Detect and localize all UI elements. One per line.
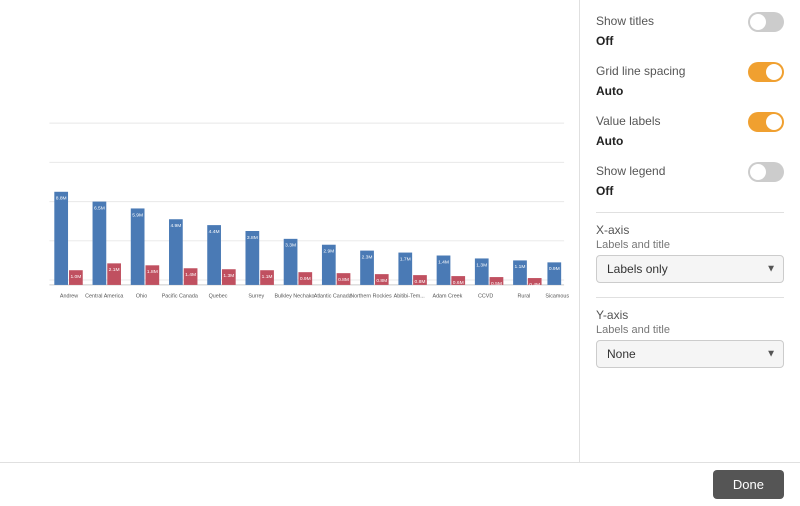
svg-text:1.3M: 1.3M — [223, 273, 234, 279]
svg-text:0.8M: 0.8M — [338, 277, 349, 283]
done-button[interactable]: Done — [713, 470, 784, 499]
show-legend-row: Show legend Off — [596, 162, 784, 198]
svg-text:2.3M: 2.3M — [362, 254, 373, 260]
grid-line-spacing-value: Auto — [596, 84, 784, 98]
svg-text:0.5M: 0.5M — [491, 281, 502, 287]
svg-text:Rural: Rural — [517, 294, 530, 300]
x-axis-sub-label: Labels and title — [596, 239, 784, 251]
svg-text:5.9M: 5.9M — [132, 212, 143, 218]
svg-text:3.8M: 3.8M — [247, 235, 258, 241]
show-titles-value: Off — [596, 34, 784, 48]
svg-text:Northern Rockies: Northern Rockies — [350, 294, 392, 300]
grid-line-spacing-label: Grid line spacing — [596, 64, 685, 78]
svg-text:0.4M: 0.4M — [529, 282, 540, 288]
svg-text:1.3M: 1.3M — [476, 262, 487, 268]
y-axis-row: Y-axis Labels and title None Labels only… — [596, 308, 784, 368]
value-labels-label: Value labels — [596, 114, 661, 128]
svg-text:CCVD: CCVD — [478, 294, 493, 300]
chart-svg: 8.8M 1.0M Andrew 6.5M 2.1M Central Ameri… — [20, 20, 569, 442]
settings-panel: Show titles Off Grid line spacing Auto V… — [580, 0, 800, 462]
svg-text:Quebec: Quebec — [209, 294, 228, 300]
svg-text:1.1M: 1.1M — [515, 264, 526, 270]
svg-text:Ohio: Ohio — [136, 294, 147, 300]
svg-text:Central America: Central America — [85, 294, 123, 300]
svg-text:1.8M: 1.8M — [147, 269, 158, 275]
svg-text:4.4M: 4.4M — [209, 229, 220, 235]
main-content: 8.8M 1.0M Andrew 6.5M 2.1M Central Ameri… — [0, 0, 800, 462]
grid-line-spacing-toggle[interactable] — [748, 62, 784, 82]
y-axis-dropdown-container: None Labels only Labels and title Title … — [596, 340, 784, 368]
svg-text:1.4M: 1.4M — [185, 272, 196, 278]
value-labels-toggle[interactable] — [748, 112, 784, 132]
svg-text:3.3M: 3.3M — [285, 243, 296, 249]
chart-area: 8.8M 1.0M Andrew 6.5M 2.1M Central Ameri… — [0, 0, 580, 462]
svg-text:1.0M: 1.0M — [70, 274, 81, 280]
x-axis-dropdown[interactable]: Labels only Labels and title Title only … — [596, 255, 784, 283]
x-axis-section-label: X-axis — [596, 223, 784, 237]
svg-text:Adam Creek: Adam Creek — [432, 294, 462, 300]
x-axis-dropdown-container: Labels only Labels and title Title only … — [596, 255, 784, 283]
svg-text:8.8M: 8.8M — [56, 196, 67, 202]
svg-text:1.7M: 1.7M — [400, 256, 411, 262]
footer: Done — [0, 462, 800, 506]
x-axis-row: X-axis Labels and title Labels only Labe… — [596, 223, 784, 283]
svg-text:Sicamous: Sicamous — [545, 294, 569, 300]
show-legend-label: Show legend — [596, 164, 665, 178]
svg-text:Andrew: Andrew — [60, 294, 78, 300]
svg-text:0.8M: 0.8M — [376, 278, 387, 284]
svg-text:4.9M: 4.9M — [170, 223, 181, 229]
y-axis-sub-label: Labels and title — [596, 324, 784, 336]
divider-1 — [596, 212, 784, 213]
svg-text:2.9M: 2.9M — [323, 249, 334, 255]
svg-text:Abitibi-Tem...: Abitibi-Tem... — [394, 294, 425, 300]
value-labels-value: Auto — [596, 134, 784, 148]
divider-2 — [596, 297, 784, 298]
svg-text:Atlantic Canada: Atlantic Canada — [314, 294, 352, 300]
show-legend-value: Off — [596, 184, 784, 198]
show-titles-toggle[interactable] — [748, 12, 784, 32]
svg-text:1.4M: 1.4M — [438, 259, 449, 265]
show-legend-toggle[interactable] — [748, 162, 784, 182]
svg-text:1.1M: 1.1M — [262, 274, 273, 280]
y-axis-dropdown[interactable]: None Labels only Labels and title Title … — [596, 340, 784, 368]
show-titles-row: Show titles Off — [596, 12, 784, 48]
value-labels-row: Value labels Auto — [596, 112, 784, 148]
svg-text:0.9M: 0.9M — [549, 266, 560, 272]
y-axis-section-label: Y-axis — [596, 308, 784, 322]
svg-text:0.9M: 0.9M — [300, 276, 311, 282]
grid-line-spacing-row: Grid line spacing Auto — [596, 62, 784, 98]
svg-text:6.5M: 6.5M — [94, 205, 105, 211]
svg-text:0.8M: 0.8M — [415, 279, 426, 285]
svg-text:Pacific Canada: Pacific Canada — [162, 294, 198, 300]
show-titles-label: Show titles — [596, 14, 654, 28]
svg-text:2.1M: 2.1M — [109, 267, 120, 273]
svg-text:0.6M: 0.6M — [453, 280, 464, 286]
svg-text:Bulkley Nechako: Bulkley Nechako — [274, 294, 314, 300]
svg-text:Surrey: Surrey — [248, 294, 264, 300]
